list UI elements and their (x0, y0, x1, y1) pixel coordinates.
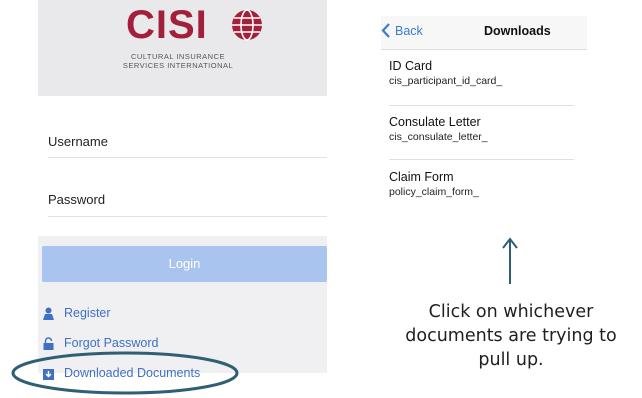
logo-subtitle-line2: SERVICES INTERNATIONAL (122, 61, 234, 70)
doc-title: Consulate Letter (389, 115, 481, 129)
login-button[interactable]: Login (42, 246, 327, 282)
divider (389, 159, 574, 160)
doc-title: Claim Form (389, 170, 454, 184)
chevron-left-icon (381, 23, 390, 38)
person-icon (43, 307, 54, 320)
caption-line-1: Click on whichever (428, 302, 594, 322)
logo-subtitle-line1: CULTURAL INSURANCE (130, 52, 225, 61)
arrow-up-icon (502, 237, 518, 284)
doc-filename: policy_claim_form_ (389, 186, 479, 198)
cisi-logo-text: CISI (126, 3, 208, 47)
back-button[interactable]: Back (381, 23, 423, 38)
logo-subtitle: CULTURAL INSURANCE SERVICES INTERNATIONA… (118, 52, 238, 70)
doc-item-claim-form[interactable]: Claim Form policy_claim_form_ (389, 170, 579, 200)
back-label: Back (395, 23, 423, 38)
doc-title: ID Card (389, 59, 433, 73)
downloads-screen: Back Downloads ID Card cis_participant_i… (381, 16, 587, 232)
login-form: Username Password (38, 96, 327, 236)
doc-filename: cis_consulate_letter_ (389, 131, 488, 143)
doc-item-consulate-letter[interactable]: Consulate Letter cis_consulate_letter_ (389, 115, 579, 145)
caption-line-2: documents are trying to (405, 326, 617, 346)
forgot-password-label: Forgot Password (64, 336, 159, 350)
lock-icon (43, 336, 54, 350)
globe-logo-icon (232, 9, 262, 41)
nav-bar: Back Downloads (381, 16, 587, 50)
doc-filename: cis_participant_id_card_ (389, 75, 503, 87)
logo-header: CISI CULTURAL INSURANCE SERVICES INTERNA… (38, 0, 327, 96)
nav-title: Downloads (484, 24, 551, 38)
instruction-caption: Click on whichever documents are trying … (380, 300, 642, 372)
caption-line-3: pull up. (478, 350, 544, 370)
doc-item-id-card[interactable]: ID Card cis_participant_id_card_ (389, 59, 579, 89)
register-label: Register (64, 306, 111, 320)
divider (389, 105, 574, 106)
username-underline (48, 157, 327, 158)
username-field[interactable]: Username (48, 134, 108, 149)
login-screen: CISI CULTURAL INSURANCE SERVICES INTERNA… (38, 0, 327, 380)
password-underline (48, 216, 327, 217)
password-field[interactable]: Password (48, 192, 105, 207)
register-link[interactable]: Register (42, 303, 111, 323)
highlight-ellipse (11, 351, 239, 395)
